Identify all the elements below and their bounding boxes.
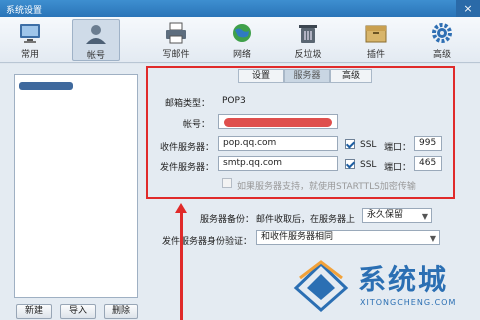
toolbar-label: 写邮件: [162, 50, 190, 60]
toolbar-label: 高级: [432, 50, 451, 60]
outgoing-ssl-label: SSL: [360, 160, 377, 170]
toolbar-label: 帐号: [86, 51, 105, 61]
incoming-ssl-checkbox[interactable]: [345, 139, 355, 149]
chevron-down-icon: ▼: [429, 234, 436, 243]
toolbar-common-button[interactable]: 常用: [6, 19, 54, 61]
import-button[interactable]: 导入: [60, 304, 96, 319]
window-title: 系统设置: [6, 6, 43, 16]
incoming-ssl-label: SSL: [360, 140, 377, 150]
incoming-server-field[interactable]: pop.qq.com: [218, 136, 338, 151]
starttls-label: 如果服务器支持，就使用STARTTLS加密传输: [237, 182, 416, 192]
outgoing-server-label: 发件服务器：: [159, 163, 214, 173]
incoming-port-field[interactable]: 995: [414, 136, 442, 151]
toolbar-network-button[interactable]: 网络: [218, 19, 266, 61]
mailbox-type-value: POP3: [222, 96, 246, 106]
toolbar-label: 常用: [20, 50, 39, 60]
outgoing-auth-select[interactable]: 和收件服务器相同 ▼: [256, 230, 440, 245]
close-button[interactable]: ×: [456, 0, 480, 17]
globe-icon: [233, 24, 251, 42]
incoming-port-label: 端口：: [384, 143, 412, 153]
outgoing-ssl-checkbox[interactable]: [345, 159, 355, 169]
watermark-logo: [293, 260, 349, 312]
user-icon: [86, 25, 106, 44]
toolbar-compose-button[interactable]: 写邮件: [152, 19, 200, 61]
monitor-icon: [20, 24, 40, 43]
account-list-item[interactable]: [17, 79, 135, 93]
backup-select[interactable]: 永久保留 ▼: [362, 208, 432, 223]
title-bar: 系统设置 ×: [0, 0, 480, 17]
backup-label: 服务器备份：: [199, 215, 254, 225]
watermark: 系统城 XITONGCHENG.COM: [290, 258, 480, 320]
trash-icon: [299, 25, 317, 43]
watermark-sub: XITONGCHENG.COM: [360, 298, 457, 307]
toolbar-plugins-button[interactable]: 插件: [352, 19, 400, 61]
gear-icon: [432, 23, 452, 43]
annotation-arrow-line: [180, 212, 183, 320]
toolbar-label: 插件: [366, 50, 385, 60]
outgoing-port-field[interactable]: 465: [414, 156, 442, 171]
toolbar-antispam-button[interactable]: 反垃圾: [284, 19, 332, 61]
box-icon: [365, 25, 387, 43]
toolbar-label: 反垃圾: [294, 50, 322, 60]
account-list[interactable]: [14, 74, 138, 298]
toolbar-advanced-button[interactable]: 高级: [418, 19, 466, 61]
backup-text: 邮件收取后，在服务器上: [256, 215, 356, 225]
outgoing-port-label: 端口：: [384, 163, 412, 173]
watermark-text: 系统城: [358, 263, 449, 296]
starttls-checkbox[interactable]: [222, 178, 232, 188]
delete-button[interactable]: 删除: [104, 304, 138, 319]
toolbar-account-button[interactable]: 帐号: [72, 19, 120, 61]
backup-selected: 永久保留: [367, 210, 404, 220]
redacted-account: [19, 82, 73, 90]
redacted-account-field: [224, 118, 332, 127]
chevron-down-icon: ▼: [421, 212, 428, 221]
incoming-server-label: 收件服务器：: [159, 143, 214, 153]
toolbar: 常用 帐号 写邮件 网络 反垃圾 插件 高级: [0, 17, 480, 63]
mailbox-type-label: 邮箱类型：: [164, 99, 210, 109]
toolbar-label: 网络: [232, 50, 251, 60]
outgoing-auth-label: 发件服务器身份验证：: [161, 237, 252, 247]
outgoing-auth-selected: 和收件服务器相同: [261, 232, 334, 242]
new-account-button[interactable]: 新建: [16, 304, 52, 319]
outgoing-server-field[interactable]: smtp.qq.com: [218, 156, 338, 171]
account-label: 帐号：: [182, 120, 210, 130]
printer-icon: [166, 22, 186, 44]
